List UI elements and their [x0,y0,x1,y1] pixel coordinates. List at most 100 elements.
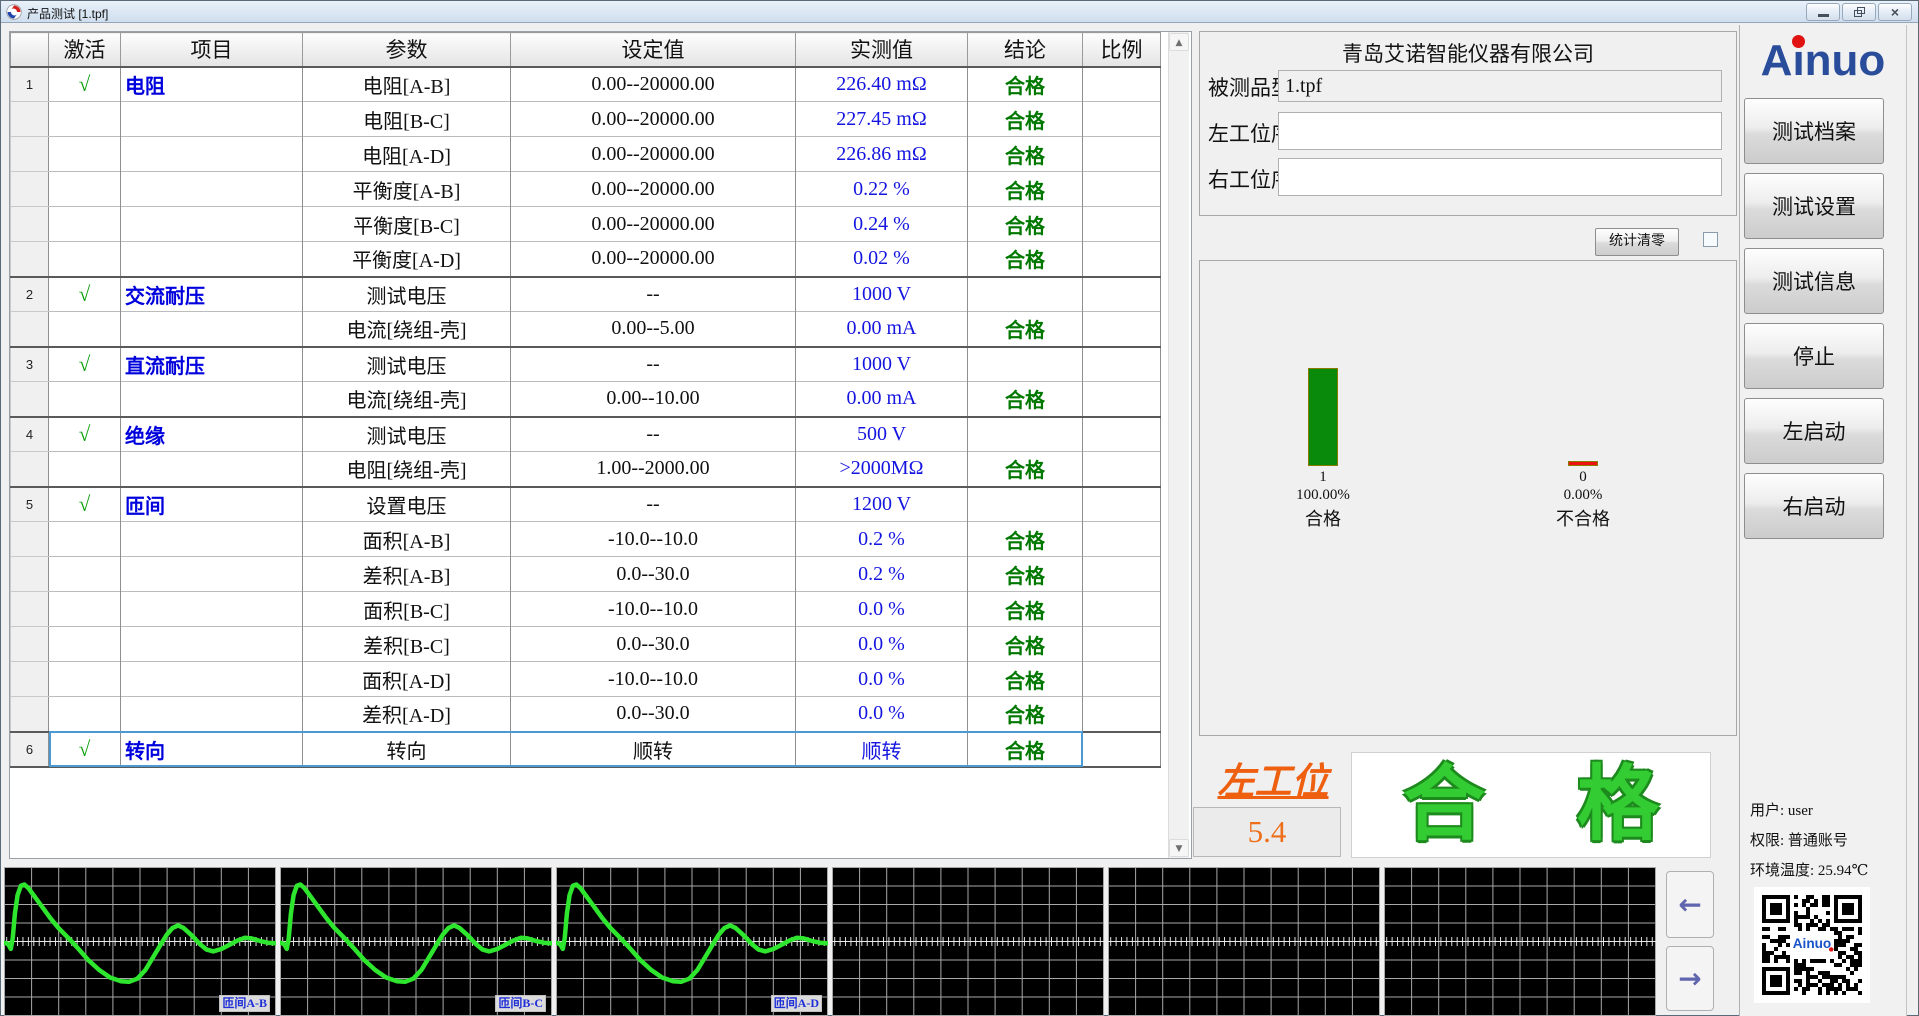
activate-cell[interactable] [48,241,121,277]
param-cell[interactable]: 差积[B-C] [302,626,511,662]
measured-value-cell[interactable]: 0.2 % [795,556,968,592]
set-value-cell[interactable]: 0.00--20000.00 [510,136,796,172]
measured-value-cell[interactable]: 227.45 mΩ [795,101,968,137]
item-cell[interactable] [120,241,303,277]
item-cell[interactable] [120,626,303,662]
minimize-button[interactable] [1806,3,1840,21]
activate-cell[interactable] [48,556,121,592]
ratio-cell[interactable] [1082,730,1161,768]
scroll-up-arrow[interactable]: ▲ [1169,33,1189,51]
activate-cell[interactable] [48,626,121,662]
ratio-cell[interactable] [1082,485,1161,522]
row-number-cell[interactable] [10,171,49,207]
activate-cell[interactable] [48,381,121,417]
param-cell[interactable]: 测试电压 [302,415,511,452]
ratio-cell[interactable] [1082,275,1161,312]
set-value-cell[interactable]: -- [510,485,796,522]
item-cell[interactable] [120,591,303,627]
ratio-cell[interactable] [1082,311,1161,347]
measured-value-cell[interactable]: 1200 V [795,485,968,522]
item-cell[interactable] [120,451,303,487]
activate-cell[interactable] [48,136,121,172]
measured-value-cell[interactable]: 0.2 % [795,521,968,557]
result-cell[interactable]: 合格 [967,241,1083,277]
measured-value-cell[interactable]: 顺转 [795,730,968,768]
param-cell[interactable]: 平衡度[A-B] [302,171,511,207]
row-number-cell[interactable]: 2 [10,275,49,312]
ratio-cell[interactable] [1082,661,1161,697]
result-cell[interactable]: 合格 [967,730,1083,768]
result-cell[interactable]: 合格 [967,521,1083,557]
clear-statistics-button[interactable]: 统计清零 [1595,228,1679,256]
activate-check-icon[interactable]: √ [48,65,121,102]
item-cell[interactable] [120,521,303,557]
activate-cell[interactable] [48,171,121,207]
row-number-cell[interactable] [10,101,49,137]
item-cell[interactable] [120,311,303,347]
set-value-cell[interactable]: 顺转 [510,730,796,768]
row-number-cell[interactable] [10,311,49,347]
set-value-cell[interactable]: -10.0--10.0 [510,661,796,697]
activate-cell[interactable] [48,101,121,137]
left-serial-input[interactable] [1278,112,1722,150]
row-number-cell[interactable] [10,206,49,242]
item-cell[interactable] [120,556,303,592]
param-cell[interactable]: 差积[A-B] [302,556,511,592]
ratio-cell[interactable] [1082,206,1161,242]
right-serial-input[interactable] [1278,158,1722,196]
sidebar-button-2[interactable]: 测试设置 [1744,173,1884,239]
param-cell[interactable]: 电阻[B-C] [302,101,511,137]
ratio-cell[interactable] [1082,626,1161,662]
param-cell[interactable]: 转向 [302,730,511,768]
measured-value-cell[interactable]: 0.0 % [795,626,968,662]
item-cell[interactable]: 转向 [120,730,303,768]
param-cell[interactable]: 面积[A-B] [302,521,511,557]
measured-value-cell[interactable]: 0.24 % [795,206,968,242]
item-cell[interactable]: 直流耐压 [120,345,303,382]
result-cell[interactable] [967,275,1083,312]
activate-cell[interactable] [48,451,121,487]
result-cell[interactable]: 合格 [967,556,1083,592]
measured-value-cell[interactable]: 226.40 mΩ [795,65,968,102]
activate-check-icon[interactable]: √ [48,345,121,382]
statistics-checkbox[interactable] [1703,232,1718,247]
item-cell[interactable] [120,171,303,207]
result-cell[interactable]: 合格 [967,171,1083,207]
item-cell[interactable] [120,136,303,172]
result-cell[interactable] [967,485,1083,522]
row-number-cell[interactable] [10,241,49,277]
model-input[interactable] [1278,70,1722,102]
result-cell[interactable]: 合格 [967,696,1083,732]
set-value-cell[interactable]: 0.00--20000.00 [510,171,796,207]
item-cell[interactable]: 交流耐压 [120,275,303,312]
set-value-cell[interactable]: 0.00--20000.00 [510,241,796,277]
item-cell[interactable] [120,206,303,242]
ratio-cell[interactable] [1082,381,1161,417]
measured-value-cell[interactable]: 1000 V [795,275,968,312]
sidebar-button-6[interactable]: 右启动 [1744,473,1884,539]
set-value-cell[interactable]: 0.0--30.0 [510,556,796,592]
result-cell[interactable] [967,415,1083,452]
param-cell[interactable]: 电阻[绕组-壳] [302,451,511,487]
table-scrollbar[interactable]: ▲ ▼ [1168,32,1189,858]
result-cell[interactable]: 合格 [967,136,1083,172]
measured-value-cell[interactable]: 0.00 mA [795,381,968,417]
activate-cell[interactable] [48,206,121,242]
result-cell[interactable]: 合格 [967,661,1083,697]
sidebar-button-1[interactable]: 测试档案 [1744,98,1884,164]
measured-value-cell[interactable]: 1000 V [795,345,968,382]
ratio-cell[interactable] [1082,521,1161,557]
sidebar-button-4[interactable]: 停止 [1744,323,1884,389]
item-cell[interactable] [120,381,303,417]
sidebar-button-3[interactable]: 测试信息 [1744,248,1884,314]
param-cell[interactable]: 平衡度[B-C] [302,206,511,242]
row-number-cell[interactable]: 6 [10,730,49,768]
set-value-cell[interactable]: 0.00--20000.00 [510,206,796,242]
item-cell[interactable] [120,661,303,697]
param-cell[interactable]: 设置电压 [302,485,511,522]
row-number-cell[interactable]: 3 [10,345,49,382]
ratio-cell[interactable] [1082,345,1161,382]
param-cell[interactable]: 面积[B-C] [302,591,511,627]
param-cell[interactable]: 差积[A-D] [302,696,511,732]
row-number-cell[interactable] [10,556,49,592]
